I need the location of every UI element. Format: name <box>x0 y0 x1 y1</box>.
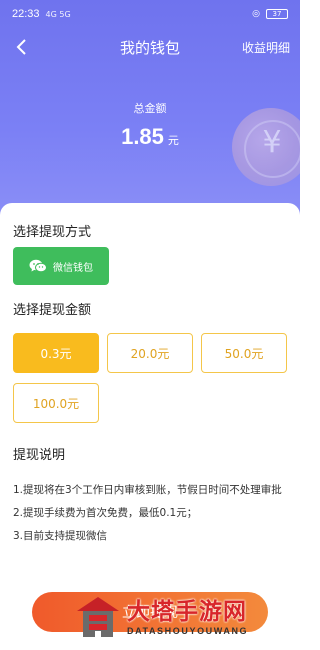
watermark-text: 大塔手游网 DATASHOUYOUWANG <box>127 598 248 636</box>
signal-indicator: 4G 5G <box>45 9 71 19</box>
balance-unit: 元 <box>167 134 179 147</box>
watermark-sub: DATASHOUYOUWANG <box>127 626 249 636</box>
wechat-wallet-label: 微信钱包 <box>53 262 93 274</box>
withdraw-panel: 选择提现方式 微信钱包 选择提现金额 0.3元 20.0元 50.0元 100.… <box>0 203 300 650</box>
description-line: 1.提现将在3个工作日内审核到账，节假日时间不处理审批 <box>13 484 282 496</box>
battery-icon: 37 <box>266 9 288 19</box>
wechat-icon <box>29 259 47 273</box>
alarm-icon: ◎ <box>252 9 260 19</box>
balance-value: 1.85 <box>121 124 164 149</box>
description-title: 提现说明 <box>13 448 66 463</box>
amount-option-20[interactable]: 20.0元 <box>107 333 193 373</box>
description-line: 3.目前支持提现微信 <box>13 530 108 542</box>
amount-option-50[interactable]: 50.0元 <box>201 333 287 373</box>
amount-option-0-3[interactable]: 0.3元 <box>13 333 99 373</box>
amount-option-100[interactable]: 100.0元 <box>13 383 99 423</box>
watermark: 大塔手游网 DATASHOUYOUWANG <box>75 593 297 641</box>
status-time: 22:33 <box>12 8 40 20</box>
amount-section-title: 选择提现金额 <box>13 303 92 318</box>
watermark-main: 大塔手游网 <box>127 599 247 625</box>
watermark-logo-icon <box>75 595 121 639</box>
description-line: 2.提现手续费为首次免费，最低0.1元； <box>13 507 198 519</box>
nav-bar: 我的钱包 收益明细 <box>0 30 300 64</box>
earnings-detail-link[interactable]: 收益明细 <box>242 39 290 56</box>
status-bar: 22:33 4G 5G ◎ 37 <box>0 0 300 28</box>
yuan-coin-icon: ¥ <box>232 108 300 186</box>
status-right: ◎ 37 <box>252 9 288 19</box>
wechat-wallet-button[interactable]: 微信钱包 <box>13 247 109 285</box>
method-section-title: 选择提现方式 <box>13 225 92 240</box>
header: 22:33 4G 5G ◎ 37 我的钱包 收益明细 总金额 1.85 元 ¥ <box>0 0 300 215</box>
